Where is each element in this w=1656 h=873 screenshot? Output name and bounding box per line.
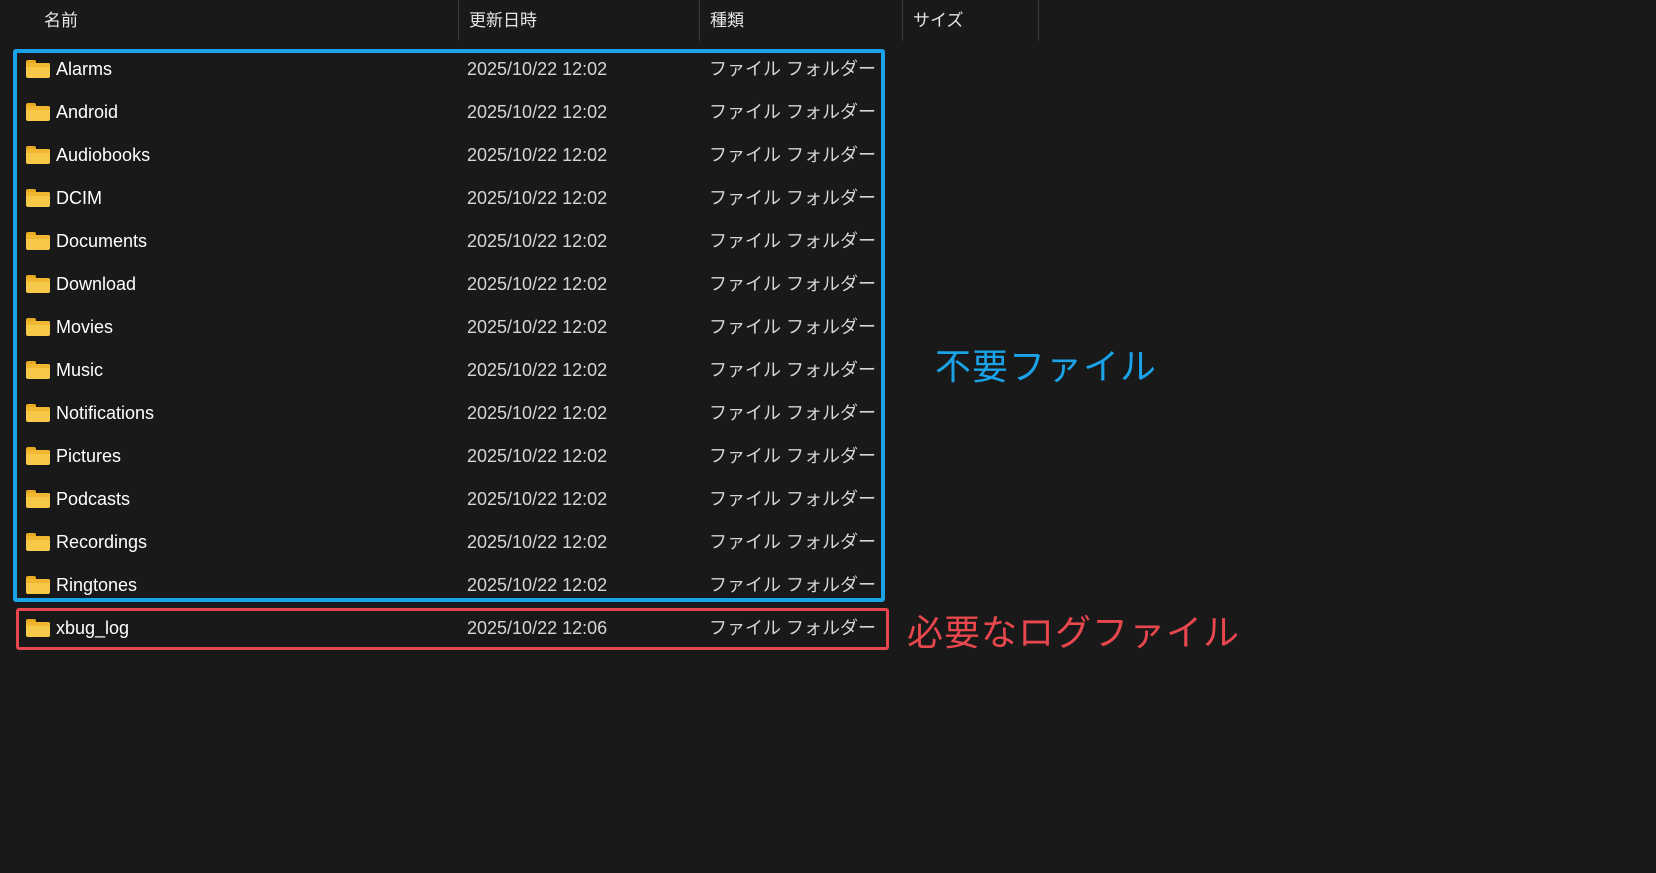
- column-divider[interactable]: [1038, 0, 1039, 41]
- needed-log-highlight-box: [16, 608, 889, 650]
- column-header-size[interactable]: サイズ: [903, 0, 1038, 41]
- column-header-name[interactable]: 名前: [34, 0, 458, 41]
- column-header-date[interactable]: 更新日時: [459, 0, 699, 41]
- column-header: 名前 更新日時 種類 ⌃ サイズ: [0, 0, 1040, 41]
- needed-log-label: 必要なログファイル: [907, 612, 1241, 653]
- unneeded-files-label: 不要ファイル: [935, 346, 1158, 387]
- sort-up-caret-icon: ⌃: [793, 0, 805, 7]
- file-explorer-view: 名前 更新日時 種類 ⌃ サイズ Alarms 2025/10/22 12:02 フ…: [0, 0, 1656, 873]
- unneeded-files-highlight-box: [13, 49, 885, 602]
